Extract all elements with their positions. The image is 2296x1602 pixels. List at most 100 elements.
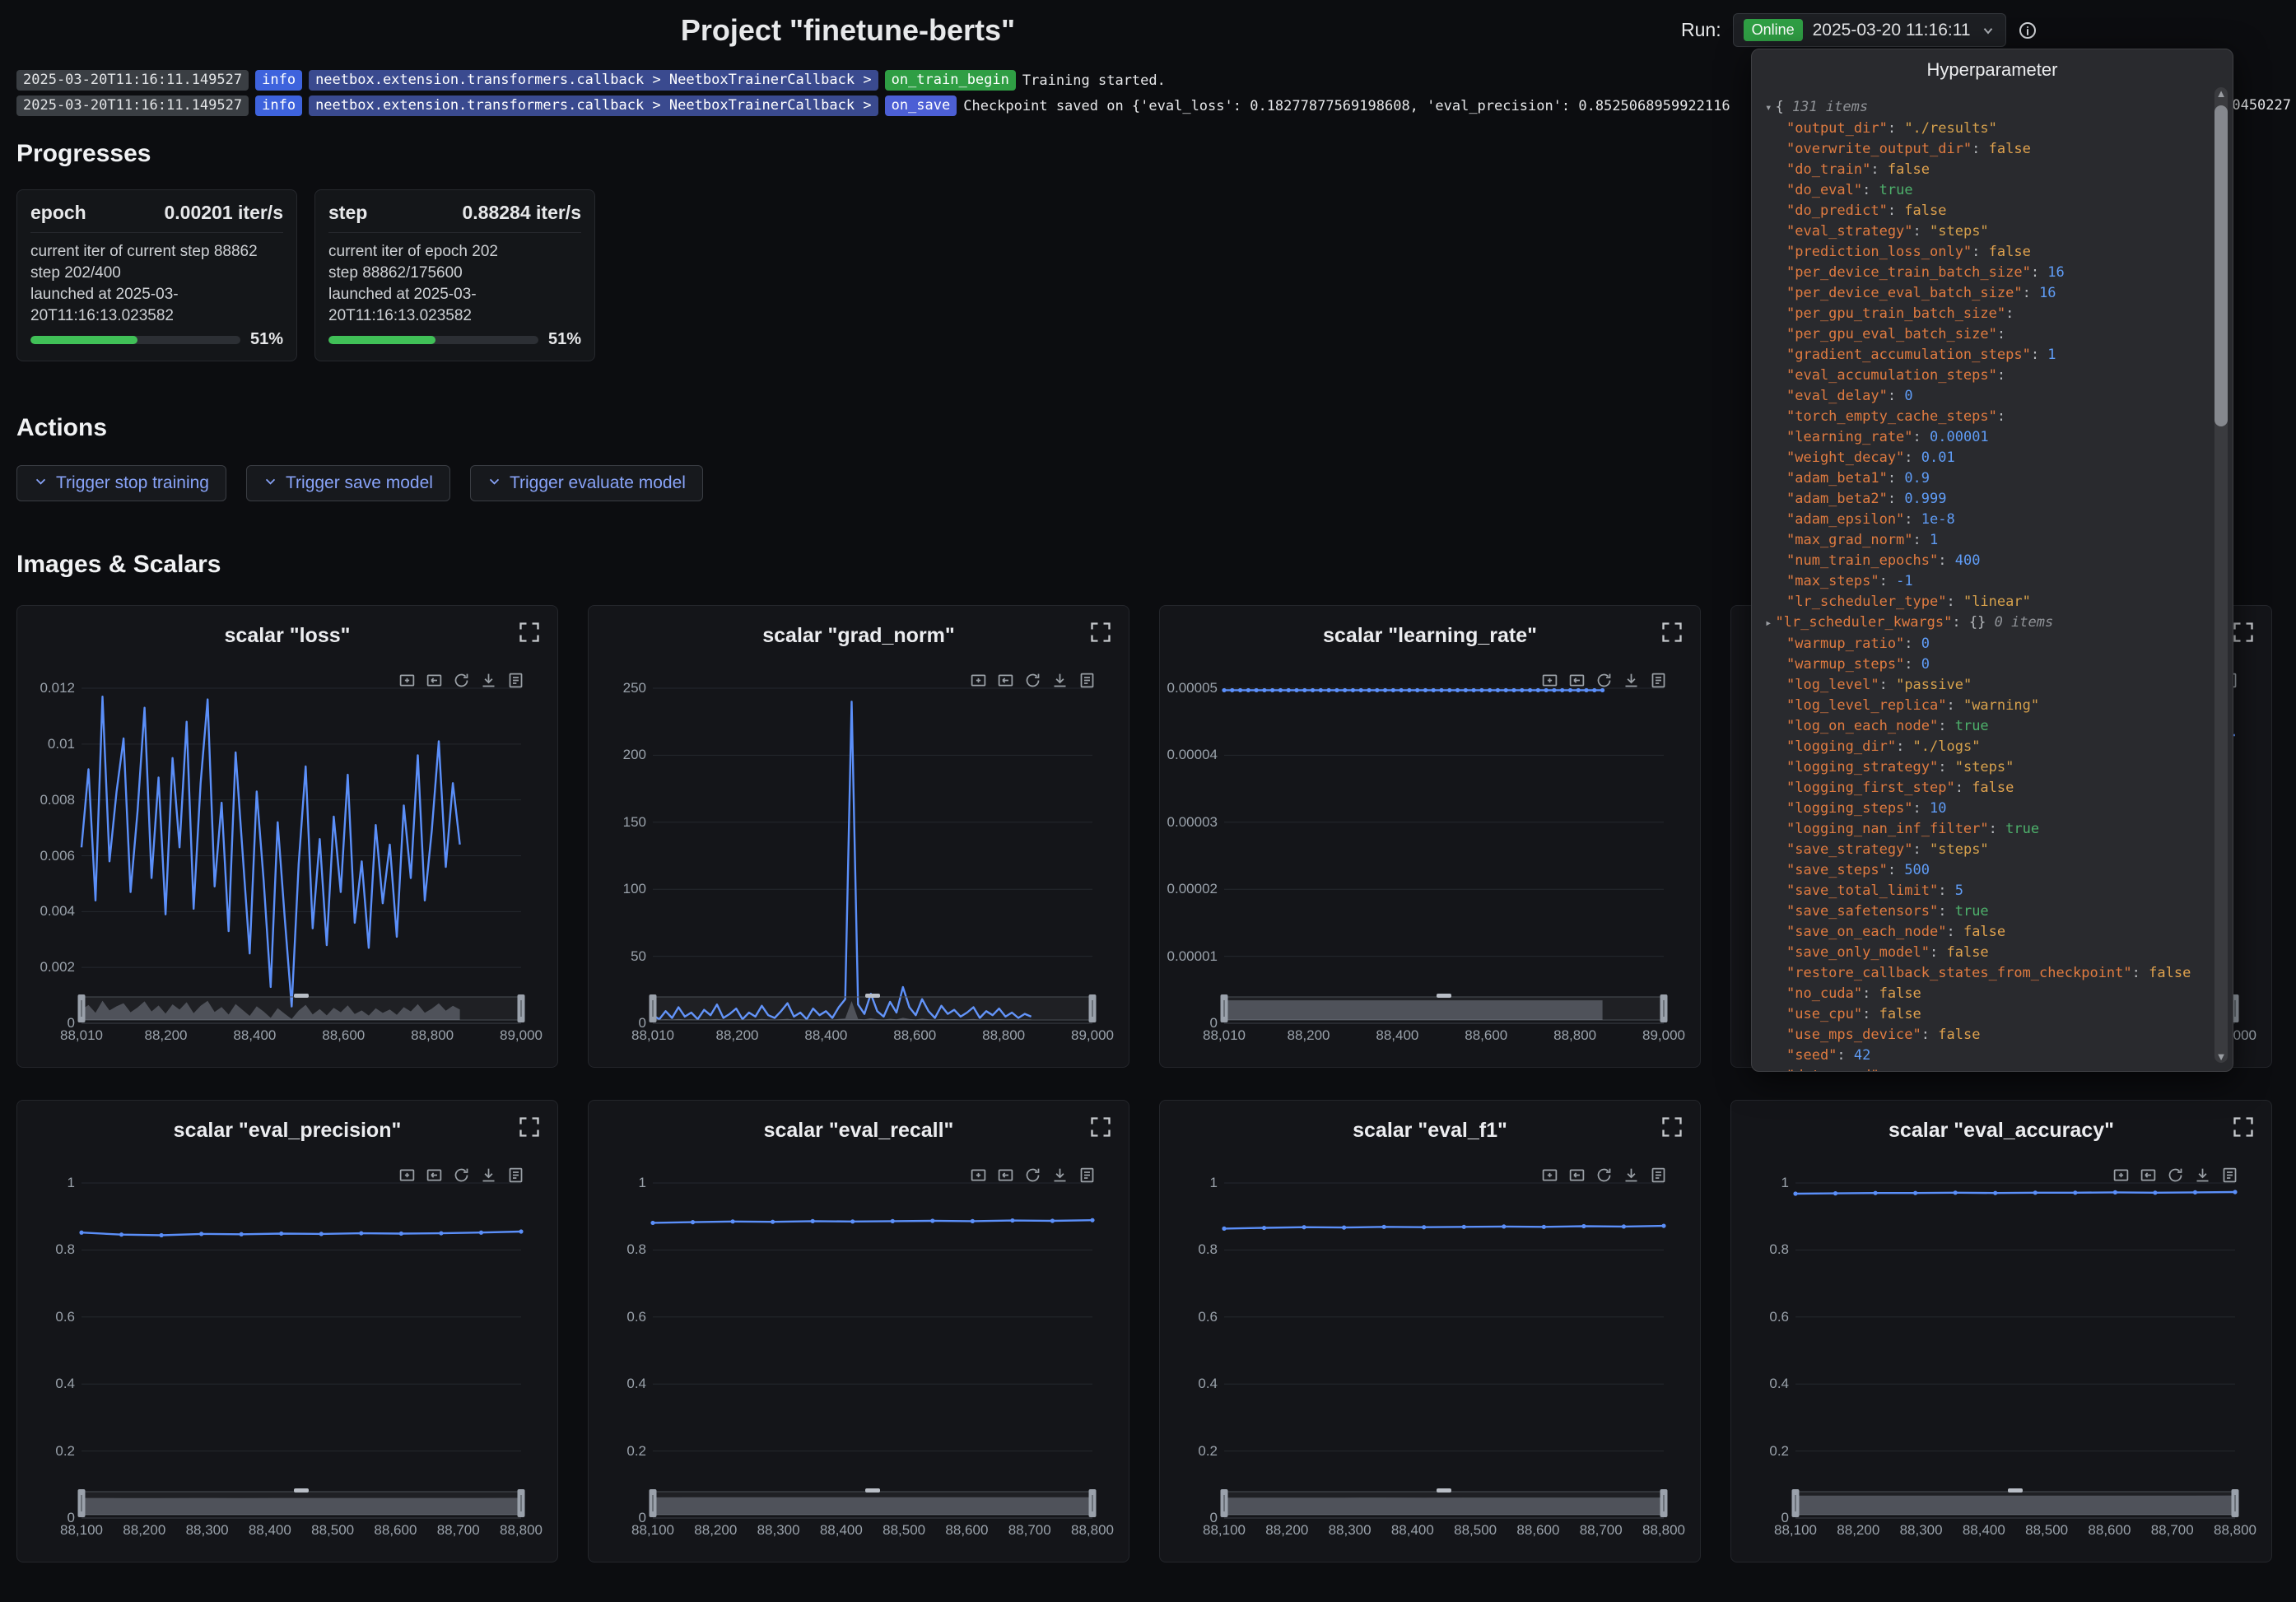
log-level-badge: info bbox=[255, 70, 302, 91]
log-timestamp: 2025-03-20T11:16:11.149527 bbox=[16, 70, 249, 91]
trigger-evaluate-model-button[interactable]: Trigger evaluate model bbox=[470, 465, 703, 501]
y-axis-label: 0.6 bbox=[595, 1309, 646, 1325]
hp-value: -1 bbox=[1896, 573, 1912, 589]
progress-bar bbox=[328, 336, 538, 344]
progress-percent: 51% bbox=[548, 330, 581, 349]
hp-key: "warmup_steps" bbox=[1786, 656, 1904, 673]
chart-plot-area[interactable] bbox=[589, 606, 1130, 1069]
hp-key: "save_only_model" bbox=[1786, 944, 1930, 961]
hp-key: "adam_beta2" bbox=[1786, 491, 1888, 507]
hyperparam-row: "per_device_eval_batch_size": 16 bbox=[1763, 283, 2208, 304]
datazoom-shadow bbox=[653, 1497, 1092, 1515]
progress-bar bbox=[30, 336, 240, 344]
hyperparam-row: "overwrite_output_dir": false bbox=[1763, 139, 2208, 160]
progress-percent: 51% bbox=[250, 330, 283, 349]
progress-bar-fill bbox=[328, 336, 435, 344]
hp-key: "save_strategy" bbox=[1786, 841, 1913, 858]
chevron-down-icon bbox=[1981, 23, 1996, 38]
run-selector-group: Run: Online 2025-03-20 11:16:11 bbox=[1681, 13, 2038, 47]
trigger-save-model-button[interactable]: Trigger save model bbox=[246, 465, 450, 501]
chart-card-eval_accuracy: scalar "eval_accuracy"10.80.60.40.2088,1… bbox=[1730, 1100, 2272, 1562]
hp-value: 16 bbox=[2039, 285, 2056, 301]
trigger-stop-training-button[interactable]: Trigger stop training bbox=[16, 465, 226, 501]
hp-value: 0 bbox=[1921, 636, 1930, 652]
hp-value: true bbox=[1955, 903, 1989, 920]
y-axis-label: 0.2 bbox=[24, 1443, 75, 1460]
hyperparam-row: "eval_delay": 0 bbox=[1763, 386, 2208, 407]
scroll-up-icon[interactable]: ▲ bbox=[2215, 87, 2227, 100]
progress-name: epoch bbox=[30, 202, 86, 224]
collapse-icon[interactable]: ▸ bbox=[1765, 617, 1772, 630]
chevron-down-icon bbox=[263, 473, 277, 493]
hp-value: false bbox=[1904, 203, 1946, 219]
progress-line: step 88862/175600 bbox=[328, 263, 581, 284]
x-axis-label: 88,400 bbox=[249, 1522, 291, 1539]
hp-key: "max_steps" bbox=[1786, 573, 1879, 589]
run-label: Run: bbox=[1681, 19, 1721, 41]
hyperparam-row: "save_safetensors": true bbox=[1763, 901, 2208, 922]
chart-card-eval_recall: scalar "eval_recall"10.80.60.40.2088,100… bbox=[588, 1100, 1129, 1562]
datazoom-grip bbox=[865, 994, 880, 998]
run-select-dropdown[interactable]: Online 2025-03-20 11:16:11 bbox=[1733, 13, 2006, 47]
y-axis-label: 0.012 bbox=[24, 680, 75, 696]
hyperparam-row: "gradient_accumulation_steps": 1 bbox=[1763, 345, 2208, 366]
hyperparameter-json-tree: ▾{ 131 items "output_dir": "./results""o… bbox=[1752, 86, 2233, 1072]
hp-key: "seed" bbox=[1786, 1047, 1837, 1064]
hyperparam-row: "prediction_loss_only": false bbox=[1763, 242, 2208, 263]
hp-value: 0.9 bbox=[1904, 470, 1930, 487]
hp-key: "max_grad_norm" bbox=[1786, 532, 1913, 548]
hp-key: "use_mps_device" bbox=[1786, 1027, 1921, 1043]
hp-key: "lr_scheduler_type" bbox=[1786, 594, 1946, 610]
hp-value: 10 bbox=[1930, 800, 1946, 817]
hyperparam-row: "per_gpu_eval_batch_size": bbox=[1763, 324, 2208, 345]
chart-plot-area[interactable] bbox=[1160, 1101, 1702, 1563]
collapse-icon[interactable]: ▾ bbox=[1765, 101, 1772, 114]
hyperparameter-title: Hyperparameter bbox=[1752, 49, 2233, 86]
x-axis-label: 88,800 bbox=[982, 1027, 1025, 1044]
chart-plot-area[interactable] bbox=[1731, 1101, 2273, 1563]
y-axis-label: 0.6 bbox=[1167, 1309, 1218, 1325]
chart-plot-area[interactable] bbox=[1160, 606, 1702, 1069]
chart-plot-area[interactable] bbox=[589, 1101, 1130, 1563]
scrollbar-thumb[interactable] bbox=[2214, 105, 2228, 426]
y-axis-label: 0.6 bbox=[24, 1309, 75, 1325]
y-axis-label: 0.8 bbox=[1167, 1241, 1218, 1258]
scroll-down-icon[interactable]: ▼ bbox=[2215, 1050, 2227, 1063]
json-root-row[interactable]: ▾{ 131 items bbox=[1763, 97, 2208, 119]
chart-plot-area[interactable] bbox=[17, 1101, 559, 1563]
hyperparam-row: ▸"lr_scheduler_kwargs": {} 0 items bbox=[1763, 612, 2208, 634]
x-axis-label: 88,700 bbox=[1008, 1522, 1051, 1539]
x-axis-label: 88,600 bbox=[1516, 1522, 1559, 1539]
x-axis-label: 88,010 bbox=[1203, 1027, 1246, 1044]
chart-plot-area[interactable] bbox=[17, 606, 559, 1069]
y-axis-label: 0.004 bbox=[24, 903, 75, 920]
chevron-down-icon bbox=[487, 473, 501, 493]
x-axis-label: 88,800 bbox=[411, 1027, 454, 1044]
hp-key: "per_device_train_batch_size" bbox=[1786, 264, 2031, 281]
hp-value: 16 bbox=[2047, 264, 2064, 281]
hyperparam-row: "use_mps_device": false bbox=[1763, 1025, 2208, 1045]
hp-key: "lr_scheduler_kwargs" bbox=[1775, 614, 1952, 631]
hp-value: false bbox=[2149, 965, 2191, 981]
x-axis-label: 88,800 bbox=[2214, 1522, 2256, 1539]
y-axis-label: 0.2 bbox=[1738, 1443, 1789, 1460]
hp-key: "do_train" bbox=[1786, 161, 1870, 178]
hyperparam-row: "logging_steps": 10 bbox=[1763, 799, 2208, 819]
status-badge: Online bbox=[1744, 19, 1803, 41]
y-axis-label: 0.006 bbox=[24, 848, 75, 864]
hp-value: 0.00001 bbox=[1930, 429, 1989, 445]
hp-key: "gradient_accumulation_steps" bbox=[1786, 347, 2031, 363]
hp-key: "logging_first_step" bbox=[1786, 780, 1955, 796]
hp-key: "adam_beta1" bbox=[1786, 470, 1888, 487]
hp-value: "steps" bbox=[1955, 759, 2014, 775]
hp-value: false bbox=[1963, 924, 2005, 940]
y-axis-label: 0.00003 bbox=[1167, 814, 1218, 831]
hyperparam-row: "max_steps": -1 bbox=[1763, 571, 2208, 592]
hp-value: {} bbox=[1969, 614, 1995, 631]
datazoom-grip bbox=[294, 994, 309, 998]
hyperparam-row: "save_on_each_node": false bbox=[1763, 922, 2208, 943]
x-axis-label: 88,800 bbox=[500, 1522, 543, 1539]
progress-rate: 0.88284 iter/s bbox=[462, 202, 581, 224]
info-icon[interactable] bbox=[2018, 21, 2038, 40]
x-axis-label: 88,200 bbox=[144, 1027, 187, 1044]
